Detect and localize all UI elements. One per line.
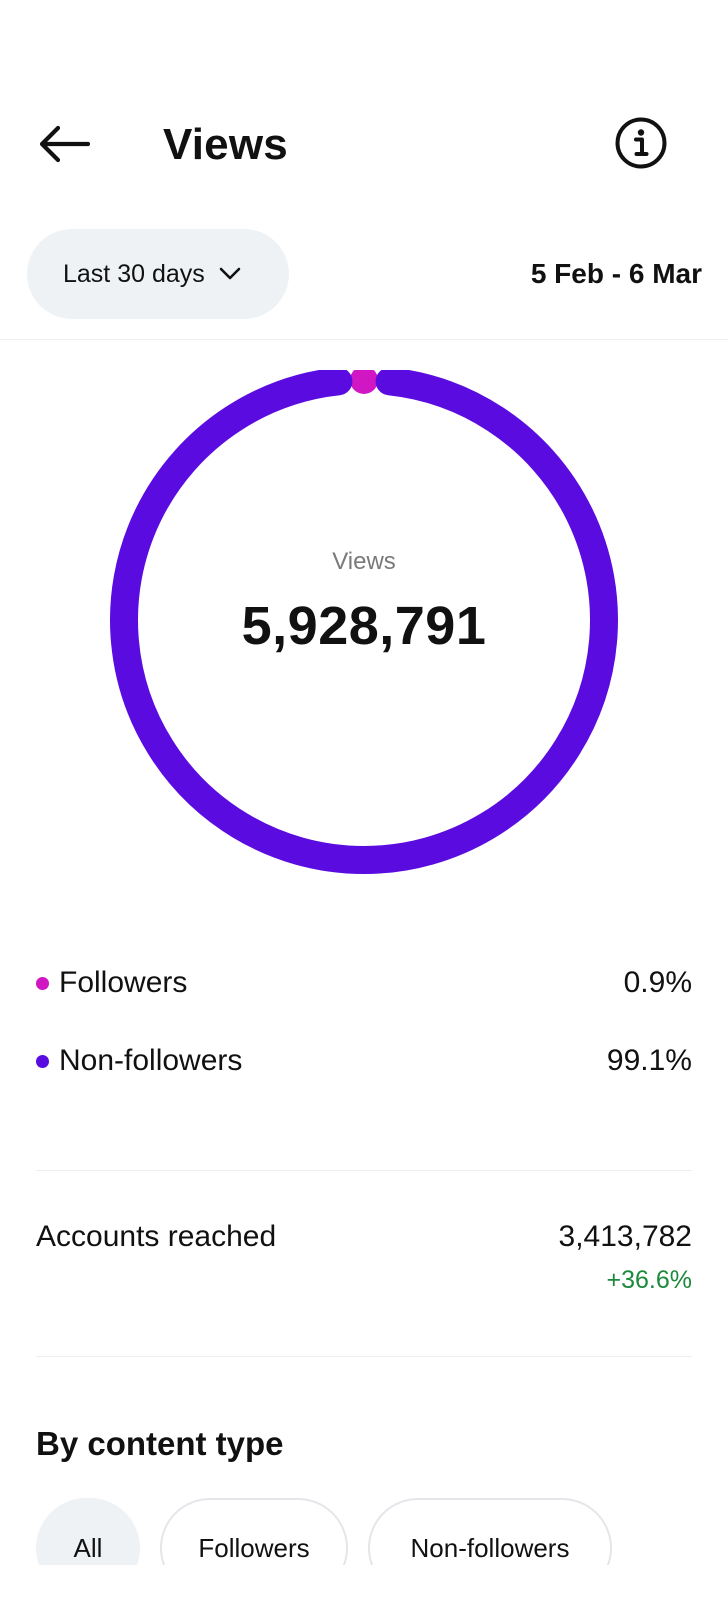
- accounts-reached-value: 3,413,782: [558, 1220, 692, 1253]
- divider: [0, 339, 728, 340]
- accounts-reached-change: +36.6%: [606, 1266, 693, 1294]
- donut-center-label: Views: [332, 548, 396, 575]
- legend-value: 99.1%: [606, 1044, 692, 1077]
- info-icon: [615, 117, 667, 169]
- legend-label: Non-followers: [59, 1044, 243, 1077]
- legend-row-non-followers: Non-followers 99.1%: [36, 1041, 692, 1081]
- date-range-dropdown[interactable]: Last 30 days: [27, 229, 289, 319]
- divider: [36, 1170, 692, 1171]
- donut-center-value: 5,928,791: [241, 596, 487, 656]
- legend-row-followers: Followers 0.9%: [36, 963, 692, 1003]
- legend-dot-non-followers: [36, 1054, 49, 1068]
- date-range-text: 5 Feb - 6 Mar: [530, 258, 702, 289]
- legend-dot-followers: [36, 976, 49, 990]
- chevron-down-icon: [219, 267, 241, 280]
- date-range-dropdown-label: Last 30 days: [63, 259, 205, 288]
- donut-slice-followers: [350, 370, 378, 394]
- chip-label: All: [73, 1532, 103, 1563]
- header: Views: [0, 100, 728, 190]
- views-insights-screen: Views Last 30 days 5 Feb - 6 Mar Views 5…: [0, 0, 728, 1600]
- chip-label: Non-followers: [410, 1532, 570, 1563]
- arrow-left-icon: [39, 125, 91, 163]
- divider: [36, 1356, 692, 1357]
- accounts-reached-label: Accounts reached: [36, 1220, 277, 1253]
- info-button[interactable]: [614, 116, 668, 170]
- bottom-edge: [0, 1565, 728, 1600]
- legend-label: Followers: [59, 966, 188, 999]
- page-title: Views: [163, 120, 288, 169]
- back-button[interactable]: [36, 122, 92, 166]
- section-title: By content type: [36, 1425, 284, 1462]
- chip-label: Followers: [198, 1532, 310, 1563]
- legend-value: 0.9%: [623, 966, 692, 999]
